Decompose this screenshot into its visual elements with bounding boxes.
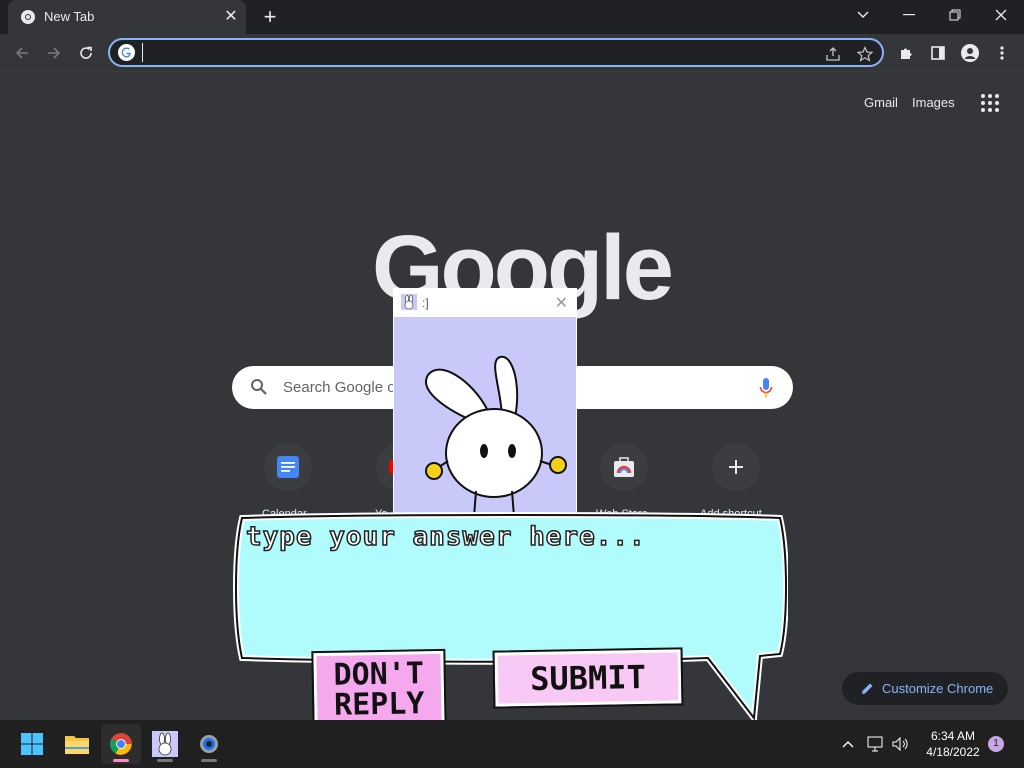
submit-button[interactable]: SUBMIT: [492, 647, 684, 709]
images-link[interactable]: Images: [912, 95, 955, 110]
bookmark-star-icon[interactable]: [854, 43, 876, 65]
chevron-up-icon[interactable]: [838, 734, 858, 754]
settings-taskbar-button[interactable]: [189, 724, 229, 764]
chrome-taskbar-button[interactable]: [101, 724, 141, 764]
clock-date: 4/18/2022: [926, 745, 980, 759]
share-icon[interactable]: [822, 43, 844, 65]
reload-button[interactable]: [72, 39, 100, 67]
shortcut-calendar[interactable]: [264, 443, 312, 491]
search-icon: [251, 379, 267, 395]
gmail-link[interactable]: Gmail: [864, 95, 898, 110]
google-g-icon: [118, 44, 135, 61]
tab-strip: New Tab ✕ +: [0, 0, 1024, 34]
network-icon[interactable]: [866, 734, 886, 754]
bunny-app-icon: [401, 294, 417, 310]
popup-close-icon[interactable]: ✕: [555, 293, 568, 313]
google-apps-icon[interactable]: [978, 91, 1002, 115]
start-button[interactable]: [12, 724, 52, 764]
kebab-menu-icon: [1000, 46, 1004, 60]
chrome-menu-button[interactable]: [988, 39, 1016, 67]
forward-arrow-icon: [48, 47, 61, 59]
running-indicator: [201, 759, 217, 762]
profile-button[interactable]: [956, 39, 984, 67]
taskbar: [0, 720, 1024, 768]
popup-titlebar[interactable]: :] ✕: [394, 289, 576, 317]
close-window-button[interactable]: [978, 0, 1024, 30]
bunny-popup-window: :] ✕: [393, 288, 577, 520]
file-explorer-button[interactable]: [57, 724, 97, 764]
shortcut-web-store[interactable]: [600, 443, 648, 491]
tab-title: New Tab: [44, 9, 95, 24]
folder-icon: [65, 736, 89, 754]
chrome-icon: [21, 10, 35, 24]
forward-button[interactable]: [40, 39, 68, 67]
back-arrow-icon: [15, 47, 28, 59]
running-indicator: [157, 759, 173, 762]
dont-reply-line2: REPLY: [333, 686, 425, 723]
pencil-icon: [862, 683, 873, 694]
extensions-button[interactable]: [892, 39, 920, 67]
omnibox-input[interactable]: [142, 43, 802, 62]
puzzle-icon: [901, 48, 912, 59]
new-tab-button[interactable]: +: [258, 6, 282, 28]
browser-toolbar: [0, 34, 1024, 72]
bunny-icon: [152, 731, 178, 757]
windows-logo-icon: [21, 733, 43, 755]
side-panel-icon: [931, 46, 945, 60]
chrome-color-icon: [110, 733, 132, 755]
clock-time: 6:34 AM: [930, 729, 976, 743]
reload-icon: [80, 46, 92, 59]
notification-badge[interactable]: 1: [988, 736, 1004, 752]
search-placeholder: Search Google o: [283, 379, 396, 396]
side-panel-button[interactable]: [924, 39, 952, 67]
plus-icon: [729, 460, 743, 474]
customize-label: Customize Chrome: [882, 681, 994, 696]
minimize-button[interactable]: [886, 0, 932, 30]
microphone-icon[interactable]: [759, 377, 773, 399]
avatar-icon: [961, 44, 979, 62]
web-store-icon: [614, 457, 634, 477]
omnibox[interactable]: [108, 38, 884, 67]
taskbar-clock[interactable]: 6:34 AM 4/18/2022: [918, 728, 988, 760]
answer-input[interactable]: [246, 522, 776, 652]
tab-close-icon[interactable]: ✕: [222, 8, 240, 26]
restore-button[interactable]: [932, 0, 978, 30]
shortcut-add[interactable]: [712, 443, 760, 491]
list-icon: [277, 456, 299, 478]
back-button[interactable]: [8, 39, 36, 67]
active-indicator: [113, 759, 129, 762]
bunny-app-taskbar-button[interactable]: [145, 724, 185, 764]
volume-icon[interactable]: [890, 734, 910, 754]
gear-icon: [200, 735, 218, 753]
tab-new-tab[interactable]: New Tab ✕: [8, 0, 246, 34]
bunny-character: [425, 355, 567, 517]
tab-search-icon[interactable]: [840, 0, 886, 30]
customize-chrome-button[interactable]: Customize Chrome: [842, 672, 1008, 705]
dont-reply-button[interactable]: DON'T REPLY: [311, 648, 447, 732]
popup-title: :]: [422, 296, 429, 310]
